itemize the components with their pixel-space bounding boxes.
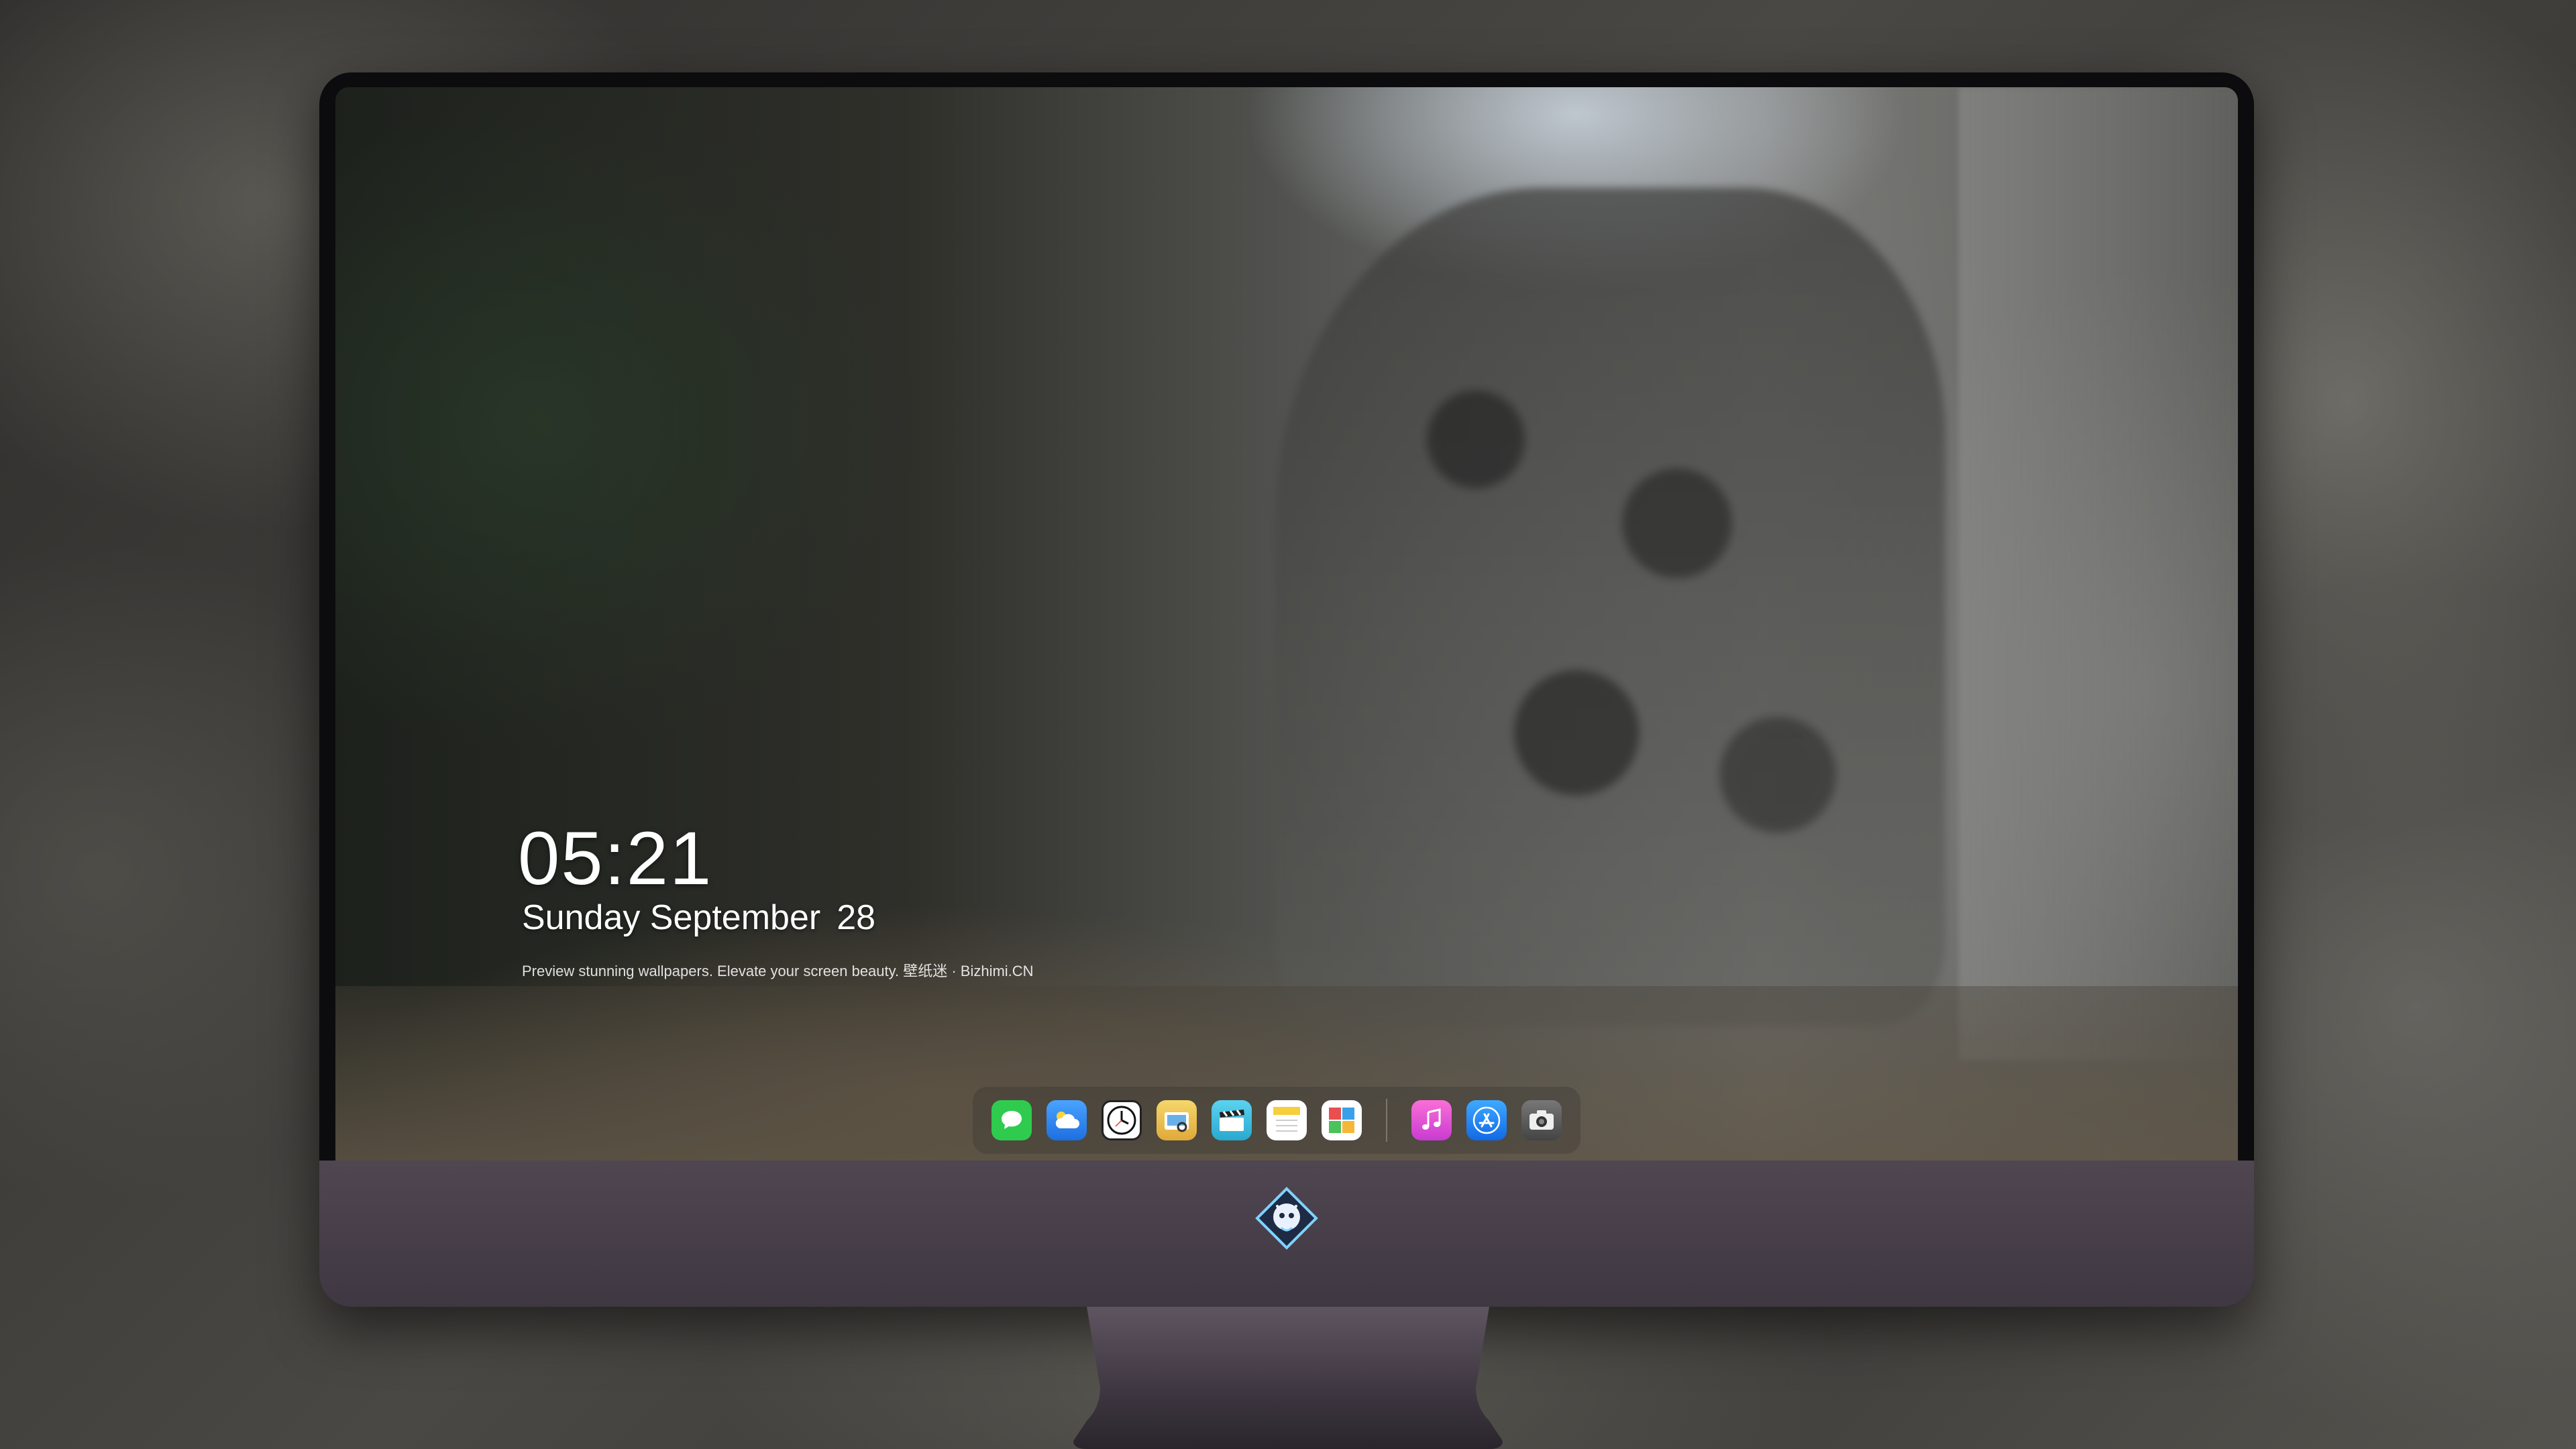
photo-grid-icon	[1329, 1108, 1354, 1133]
clapperboard-icon	[1220, 1110, 1244, 1131]
dock-app-weather[interactable]	[1046, 1100, 1087, 1140]
dock-app-photo-booth[interactable]	[1322, 1100, 1362, 1140]
dock	[973, 1087, 1580, 1154]
wallpaper-pillar	[1959, 87, 2238, 1060]
wallpaper-carving	[1275, 188, 1945, 1026]
monitor-stand	[1073, 1307, 1503, 1449]
notepad-icon	[1273, 1107, 1300, 1132]
date-weekday-month: Sunday September	[522, 898, 821, 937]
dock-app-music[interactable]	[1411, 1100, 1452, 1140]
lockscreen-time: 05:21	[518, 816, 713, 900]
music-note-icon	[1422, 1108, 1441, 1130]
chat-bubble-icon	[1002, 1111, 1022, 1129]
dock-app-app-store[interactable]	[1466, 1100, 1507, 1140]
clock-icon	[1107, 1106, 1136, 1135]
photo-viewer-icon	[1165, 1112, 1189, 1132]
monitor: 05:21 Sunday September 28 Preview stunnin…	[319, 72, 2254, 1307]
lockscreen-date: Sunday September 28	[522, 898, 875, 938]
app-store-icon	[1472, 1106, 1501, 1134]
screen-wallpaper: 05:21 Sunday September 28 Preview stunnin…	[335, 87, 2238, 1161]
cloud-icon	[1055, 1112, 1079, 1128]
brand-logo-icon	[1255, 1187, 1318, 1250]
dock-app-messages[interactable]	[991, 1100, 1032, 1140]
dock-app-camera[interactable]	[1521, 1100, 1562, 1140]
dock-app-claquette[interactable]	[1212, 1100, 1252, 1140]
date-day: 28	[837, 898, 876, 937]
dock-app-notes[interactable]	[1267, 1100, 1307, 1140]
lockscreen-caption: Preview stunning wallpapers. Elevate you…	[522, 963, 1034, 979]
dock-separator	[1386, 1099, 1387, 1142]
dock-app-preview[interactable]	[1157, 1100, 1197, 1140]
dock-app-clock[interactable]	[1102, 1100, 1142, 1140]
camera-icon	[1529, 1110, 1554, 1130]
